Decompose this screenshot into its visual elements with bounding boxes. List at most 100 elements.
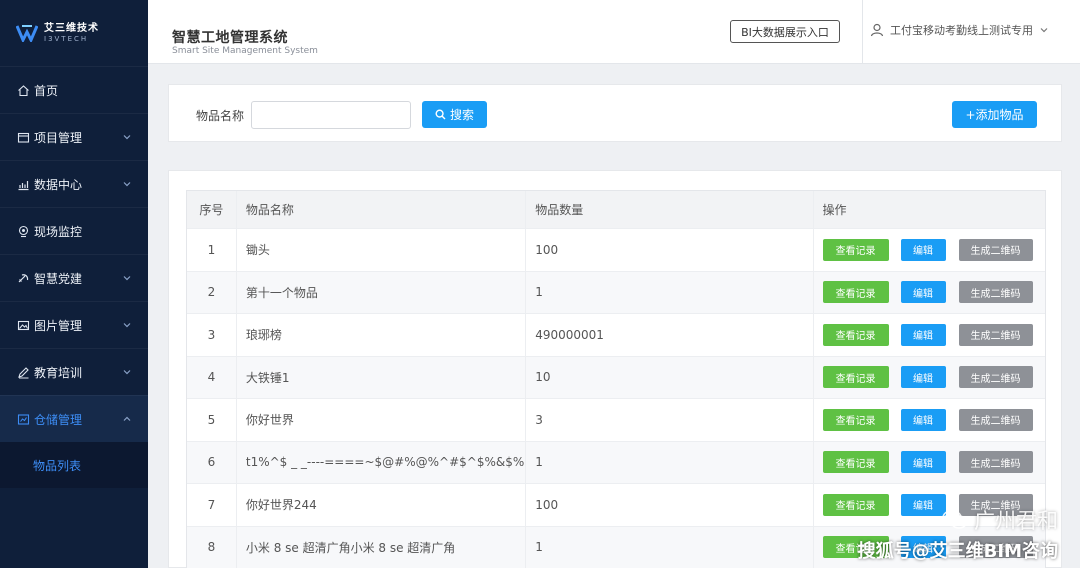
user-name: 工付宝移动考勤线上测试专用 — [890, 24, 1033, 37]
add-item-label: +添加物品 — [965, 108, 1024, 122]
row-actions: 查看记录 编辑 生成二维码 — [814, 399, 1045, 441]
sidebar-item-1[interactable]: 项目管理 — [0, 113, 148, 160]
view-records-button[interactable]: 查看记录 — [822, 323, 889, 346]
chevron-down-icon — [123, 182, 131, 187]
row-actions: 查看记录 编辑 生成二维码 — [814, 357, 1045, 399]
sidebar-item-label: 项目管理 — [34, 130, 83, 145]
row-index: 3 — [187, 314, 237, 356]
sidebar-item-label: 教育培训 — [34, 365, 83, 380]
row-item-name: t1%^$ _ _----====~$@#%@%^#$^$%&$% — [237, 441, 527, 483]
row-actions: 查看记录 编辑 生成二维码 — [814, 442, 1045, 484]
chevron-down-icon — [123, 370, 131, 375]
row-item-qty: 1 — [526, 526, 814, 568]
row-index: 8 — [187, 526, 237, 568]
view-records-button[interactable]: 查看记录 — [822, 281, 889, 304]
generate-qr-button[interactable]: 生成二维码 — [958, 408, 1033, 431]
row-actions: 查看记录 编辑 生成二维码 — [814, 314, 1045, 356]
edit-button[interactable]: 编辑 — [900, 451, 946, 474]
chevron-down-icon — [123, 135, 131, 140]
user-icon — [870, 23, 884, 37]
col-header-index: 序号 — [187, 191, 237, 228]
generate-qr-button[interactable]: 生成二维码 — [958, 238, 1033, 261]
generate-qr-button[interactable]: 生成二维码 — [958, 281, 1033, 304]
table-row: 5 你好世界 3 查看记录 编辑 生成二维码 — [187, 399, 1045, 442]
chevron-down-icon — [123, 323, 131, 328]
row-item-name: 锄头 — [237, 229, 527, 271]
col-header-qty: 物品数量 — [526, 191, 814, 228]
item-name-label: 物品名称 — [196, 109, 245, 123]
watermark-line1: 广州君和 — [974, 509, 1058, 533]
sidebar-item-2[interactable]: 数据中心 — [0, 160, 148, 207]
search-panel: 物品名称 搜索 +添加物品 — [168, 84, 1062, 142]
row-index: 7 — [187, 484, 237, 526]
sidebar-item-label: 首页 — [34, 83, 59, 98]
sidebar-item-6[interactable]: 教育培训 — [0, 348, 148, 395]
row-item-name: 你好世界 — [237, 399, 527, 441]
search-button[interactable]: 搜索 — [422, 101, 487, 128]
image-icon — [17, 320, 30, 330]
row-item-name: 大铁锤1 — [237, 356, 527, 398]
sidebar: 艾三维技术 I3VTECH 首页项目管理数据中心现场监控智慧党建图片管理教育培训… — [0, 0, 148, 568]
row-index: 4 — [187, 356, 237, 398]
search-icon — [435, 109, 446, 120]
row-index: 5 — [187, 399, 237, 441]
sidebar-item-4[interactable]: 智慧党建 — [0, 254, 148, 301]
table-row: 6 t1%^$ _ _----====~$@#%@%^#$^$%&$% 1 查看记录编… — [187, 441, 1045, 484]
generate-qr-button[interactable]: 生成二维码 — [958, 366, 1033, 389]
sidebar-item-label: 仓储管理 — [34, 412, 83, 427]
sidebar-item-7[interactable]: 仓储管理 — [0, 395, 148, 442]
sidebar-item-5[interactable]: 图片管理 — [0, 301, 148, 348]
view-records-button[interactable]: 查看记录 — [822, 451, 889, 474]
view-records-button[interactable]: 查看记录 — [822, 238, 889, 261]
chevron-down-icon — [1040, 28, 1048, 33]
add-item-button[interactable]: +添加物品 — [952, 101, 1037, 128]
row-index: 6 — [187, 441, 237, 483]
warehouse-icon — [17, 413, 30, 425]
page-title: 智慧工地管理系统 — [172, 30, 288, 46]
camera-icon — [18, 225, 29, 237]
sidebar-item-label: 数据中心 — [34, 177, 83, 192]
table-row: 3 琅琊榜 490000001 查看记录 编辑 生成二维码 — [187, 314, 1045, 357]
home-icon — [18, 84, 29, 96]
view-records-button[interactable]: 查看记录 — [822, 408, 889, 431]
row-item-name: 第十一个物品 — [237, 271, 527, 313]
chevron-down-icon — [123, 276, 131, 281]
generate-qr-button[interactable]: 生成二维码 — [958, 451, 1033, 474]
row-item-qty: 3 — [526, 399, 814, 441]
search-button-label: 搜索 — [449, 108, 474, 122]
table-row: 1 锄头 100 查看记录 编辑 生成二维码 — [187, 229, 1045, 272]
table-row: 4 大铁锤1 10 查看记录 编辑 生成二维码 — [187, 356, 1045, 399]
sidebar-item-3[interactable]: 现场监控 — [0, 207, 148, 254]
item-name-input[interactable] — [251, 101, 411, 129]
sidebar-item-label: 智慧党建 — [34, 271, 83, 286]
user-menu[interactable]: 工付宝移动考勤线上测试专用 — [870, 22, 1049, 38]
row-item-name: 小米 8 se 超清广角小米 8 se 超清广角 — [237, 526, 527, 568]
brand-name-en: I3VTECH — [44, 34, 89, 43]
row-index: 2 — [187, 271, 237, 313]
bi-dashboard-button[interactable]: BI大数据展示入口 — [730, 20, 840, 43]
edit-button[interactable]: 编辑 — [900, 323, 946, 346]
view-records-button[interactable]: 查看记录 — [822, 366, 889, 389]
sidebar-item-0[interactable]: 首页 — [0, 66, 148, 113]
folder-icon — [17, 132, 30, 143]
chart-icon — [18, 180, 29, 190]
row-actions: 查看记录 编辑 生成二维码 — [814, 272, 1045, 314]
edit-button[interactable]: 编辑 — [900, 238, 946, 261]
brand-logo[interactable]: 艾三维技术 I3VTECH — [0, 0, 148, 66]
generate-qr-button[interactable]: 生成二维码 — [958, 323, 1033, 346]
row-item-qty: 1 — [526, 441, 814, 483]
sidebar-subitem-label: 物品列表 — [33, 458, 82, 473]
edit-button[interactable]: 编辑 — [900, 281, 946, 304]
row-item-name: 琅琊榜 — [237, 314, 527, 356]
watermark: 广州君和 搜狐号@艾三维BIM咨询 — [858, 505, 1058, 563]
col-header-actions: 操作 — [822, 203, 847, 217]
edit-button[interactable]: 编辑 — [900, 366, 946, 389]
row-item-qty: 100 — [526, 229, 814, 271]
watermark-line2: 搜狐号@艾三维BIM咨询 — [857, 541, 1058, 562]
row-actions: 查看记录 编辑 生成二维码 — [814, 229, 1045, 271]
sidebar-subitem-item-list[interactable]: 物品列表 — [0, 442, 148, 488]
edit-button[interactable]: 编辑 — [900, 408, 946, 431]
page-subtitle: Smart Site Management System — [172, 46, 318, 56]
table-header-row: 序号 物品名称 物品数量 操作 — [187, 191, 1045, 229]
table-row: 2 第十一个物品 1 查看记录 编辑 生成二维码 — [187, 271, 1045, 314]
